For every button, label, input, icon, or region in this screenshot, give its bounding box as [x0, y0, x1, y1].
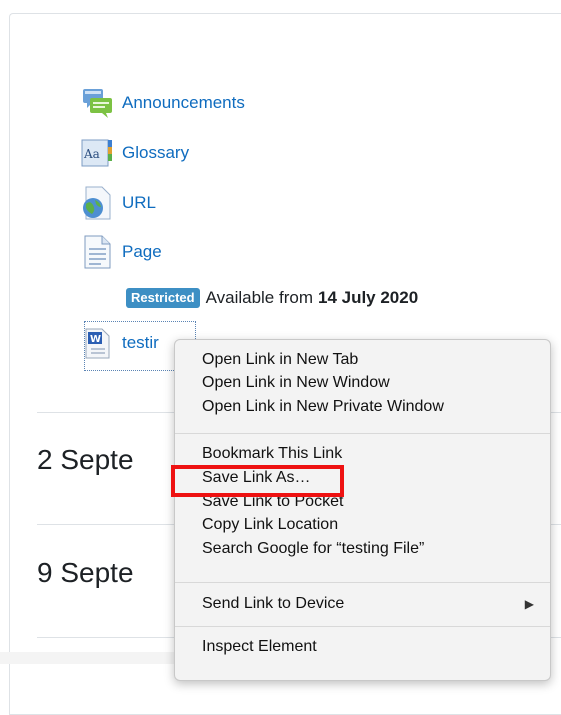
- context-menu: Open Link in New Tab Open Link in New Wi…: [174, 339, 551, 681]
- menu-item-open-new-window[interactable]: Open Link in New Window: [202, 372, 390, 394]
- availability-restriction: Restricted Available from 14 July 2020: [126, 288, 418, 308]
- svg-text:Aa: Aa: [83, 147, 100, 161]
- file-link[interactable]: testir: [122, 333, 159, 353]
- restriction-date: 14 July 2020: [317, 288, 419, 307]
- svg-text:W: W: [90, 334, 101, 345]
- menu-item-label: Send Link to Device: [202, 595, 345, 612]
- activity-link[interactable]: URL: [122, 193, 156, 213]
- url-globe-icon: [80, 186, 114, 220]
- activity-file[interactable]: W testir: [80, 326, 159, 360]
- annotation-highlight-box: [171, 465, 344, 497]
- restricted-badge: Restricted: [126, 288, 200, 308]
- menu-separator: [175, 433, 550, 434]
- activity-link[interactable]: Announcements: [122, 93, 245, 113]
- menu-item-send-to-device[interactable]: Send Link to Device: [202, 593, 550, 615]
- menu-item-copy-link-location[interactable]: Copy Link Location: [202, 514, 338, 536]
- activity-announcements[interactable]: Announcements: [80, 86, 245, 120]
- horizontal-scrollbar[interactable]: [0, 652, 175, 664]
- menu-separator: [175, 582, 550, 583]
- activity-link[interactable]: Glossary: [122, 143, 189, 163]
- page-icon: [80, 235, 114, 269]
- menu-item-search-google[interactable]: Search Google for “testing File”: [202, 538, 424, 560]
- menu-item-inspect-element[interactable]: Inspect Element: [202, 636, 317, 658]
- menu-separator: [175, 626, 550, 627]
- forum-icon: [80, 86, 114, 120]
- menu-item-open-private-window[interactable]: Open Link in New Private Window: [202, 396, 444, 418]
- activity-page[interactable]: Page: [80, 235, 162, 269]
- activity-url[interactable]: URL: [80, 186, 156, 220]
- submenu-arrow-icon: ▶: [524, 597, 534, 611]
- section-title[interactable]: 9 Septe: [37, 557, 134, 589]
- activity-link[interactable]: Page: [122, 242, 162, 262]
- word-document-icon: W: [80, 326, 114, 360]
- menu-item-bookmark-link[interactable]: Bookmark This Link: [202, 443, 342, 465]
- restriction-text: Available from: [205, 288, 313, 307]
- glossary-icon: Aa: [80, 136, 114, 170]
- menu-item-open-new-tab[interactable]: Open Link in New Tab: [202, 349, 358, 371]
- activity-glossary[interactable]: Aa Glossary: [80, 136, 189, 170]
- section-title[interactable]: 2 Septe: [37, 444, 134, 476]
